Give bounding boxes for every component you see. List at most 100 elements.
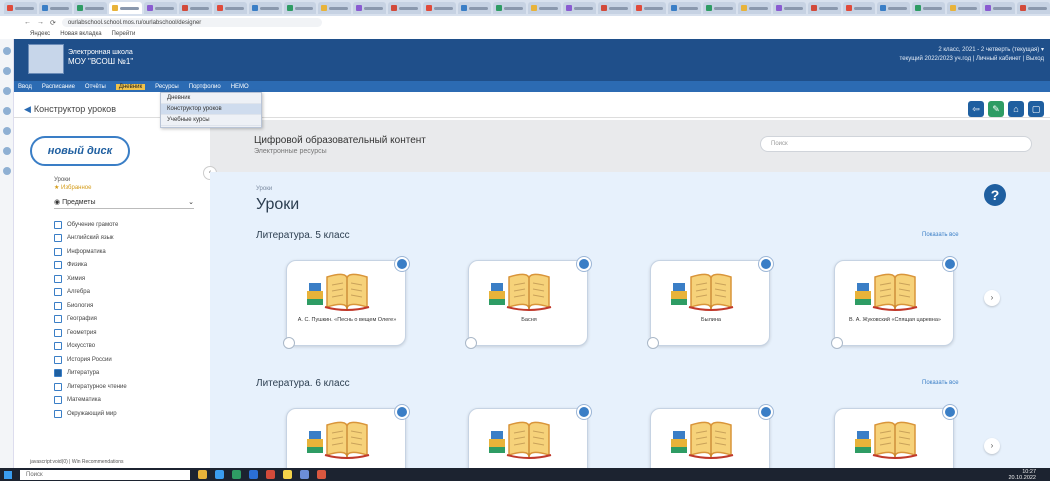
browser-tab[interactable] (318, 2, 352, 14)
checkbox[interactable] (54, 261, 62, 270)
header-user-info[interactable]: 2 класс, 2021 - 2 четверть (текущая) ▾ т… (900, 46, 1044, 64)
checkbox[interactable] (54, 328, 62, 337)
subject-checkbox-row[interactable]: Искусство (54, 340, 204, 354)
menu-item[interactable]: Ввод (18, 84, 32, 90)
fullscreen-button[interactable]: ▢ (1028, 101, 1044, 117)
sidebar-app-icon[interactable] (2, 127, 11, 135)
favorite-badge-icon[interactable] (577, 405, 591, 419)
bookmark-item[interactable]: Перейти (112, 31, 136, 37)
lesson-card[interactable]: Басня (465, 257, 591, 349)
chrome-icon[interactable] (266, 470, 275, 479)
favorites-link[interactable]: ★ Избранное (54, 184, 91, 192)
url-field[interactable]: ourlabschool.school.mos.ru/ourlabschool/… (61, 18, 322, 27)
menu-item[interactable]: Ресурсы (155, 84, 179, 90)
browser-tab[interactable] (563, 2, 596, 14)
browser-tab[interactable] (667, 2, 701, 14)
checkbox[interactable] (54, 234, 62, 243)
select-circle-icon[interactable] (647, 337, 659, 349)
submenu-item[interactable]: Учебные курсы (161, 115, 261, 126)
word-icon[interactable] (249, 470, 258, 479)
subject-checkbox-row[interactable]: Алгебра (54, 286, 204, 300)
subject-checkbox-row[interactable]: Английский язык (54, 232, 204, 246)
browser-tab[interactable] (248, 2, 282, 14)
back-icon[interactable]: ← (24, 19, 31, 26)
exit-button[interactable]: ⇦ (968, 101, 984, 117)
subject-checkbox-row[interactable]: Геометрия (54, 326, 204, 340)
browser-tab[interactable] (73, 2, 107, 14)
browser-tab[interactable] (772, 2, 806, 14)
browser-tab[interactable] (283, 2, 317, 14)
show-all-link[interactable]: Показать все (922, 232, 959, 238)
sidebar-app-icon[interactable] (2, 167, 11, 175)
checkbox[interactable] (54, 409, 62, 418)
app-icon[interactable] (317, 470, 326, 479)
reload-icon[interactable]: ⟳ (50, 19, 56, 27)
lesson-card[interactable]: В. А. Жуковский «Спящая царевна» (831, 257, 957, 349)
menu-item[interactable]: Портфолио (189, 84, 221, 90)
browser-tab[interactable] (108, 2, 142, 14)
favorite-badge-icon[interactable] (943, 257, 957, 271)
subject-checkbox-row[interactable]: Информатика (54, 245, 204, 259)
taskbar-search-input[interactable]: Поиск (20, 469, 190, 480)
excel-icon[interactable] (232, 470, 241, 479)
scroll-right-arrow-icon[interactable]: › (984, 438, 1000, 454)
lesson-card[interactable]: Былина (647, 257, 773, 349)
show-all-link[interactable]: Показать все (922, 380, 959, 386)
sidebar-app-icon[interactable] (2, 87, 11, 95)
browser-tab[interactable] (353, 2, 387, 14)
checkbox[interactable] (54, 355, 62, 364)
sidebar-app-icon[interactable] (2, 107, 11, 115)
sidebar-app-icon[interactable] (2, 47, 11, 55)
favorite-badge-icon[interactable] (759, 405, 773, 419)
browser-tab[interactable] (632, 2, 666, 14)
scroll-right-arrow-icon[interactable]: › (984, 290, 1000, 306)
browser-tab[interactable] (178, 2, 212, 14)
lesson-card[interactable]: А. С. Пушкин. «Песнь о вещем Олеге» (283, 257, 409, 349)
browser-tab[interactable] (143, 2, 177, 14)
forward-icon[interactable]: → (37, 19, 44, 26)
select-circle-icon[interactable] (283, 337, 295, 349)
subject-checkbox-row[interactable]: Обучение грамоте (54, 218, 204, 232)
subject-checkbox-row[interactable]: Физика (54, 259, 204, 273)
favorite-badge-icon[interactable] (395, 257, 409, 271)
browser-tab[interactable] (982, 2, 1016, 14)
browser-tab[interactable] (388, 2, 422, 14)
subject-checkbox-row[interactable]: История России (54, 353, 204, 367)
sidebar-app-icon[interactable] (2, 147, 11, 155)
select-circle-icon[interactable] (465, 337, 477, 349)
folder-icon[interactable] (198, 470, 207, 479)
browser-tab[interactable] (912, 2, 946, 14)
home-button[interactable]: ⌂ (1008, 101, 1024, 117)
edit-button[interactable]: ✎ (988, 101, 1004, 117)
browser-tab[interactable] (597, 2, 631, 14)
select-circle-icon[interactable] (831, 337, 843, 349)
browser-tab[interactable] (4, 2, 37, 14)
favorite-badge-icon[interactable] (943, 405, 957, 419)
breadcrumb[interactable]: Уроки (256, 186, 272, 192)
subject-checkbox-row[interactable]: Литературное чтение (54, 380, 204, 394)
favorite-badge-icon[interactable] (577, 257, 591, 271)
checkbox[interactable] (54, 301, 62, 310)
browser-tab[interactable] (528, 2, 561, 14)
submenu-item[interactable]: Конструктор уроков (161, 104, 261, 115)
browser-tab[interactable] (807, 2, 841, 14)
subject-select[interactable]: ◉ Предметы ⌄ (54, 196, 194, 209)
bookmark-item[interactable]: Новая вкладка (60, 31, 101, 37)
lessons-link[interactable]: Уроки (54, 176, 91, 184)
submenu-item[interactable]: Дневник (161, 93, 261, 104)
subject-checkbox-row[interactable]: Химия (54, 272, 204, 286)
favorite-badge-icon[interactable] (759, 257, 773, 271)
clock[interactable]: 10:27 20.10.2022 (1008, 469, 1036, 481)
checkbox[interactable] (54, 342, 62, 351)
checkbox[interactable] (54, 315, 62, 324)
help-button[interactable]: ? (984, 184, 1006, 206)
checkbox[interactable] (54, 288, 62, 297)
menu-item[interactable]: Расписание (42, 84, 75, 90)
subject-checkbox-row[interactable]: География (54, 313, 204, 327)
browser-tab[interactable] (947, 2, 981, 14)
checkbox[interactable] (54, 220, 62, 229)
menu-item[interactable]: НЕМО (231, 84, 249, 90)
subject-checkbox-row[interactable]: Биология (54, 299, 204, 313)
subject-checkbox-row[interactable]: Литература (54, 367, 204, 381)
browser-tab[interactable] (702, 2, 736, 14)
